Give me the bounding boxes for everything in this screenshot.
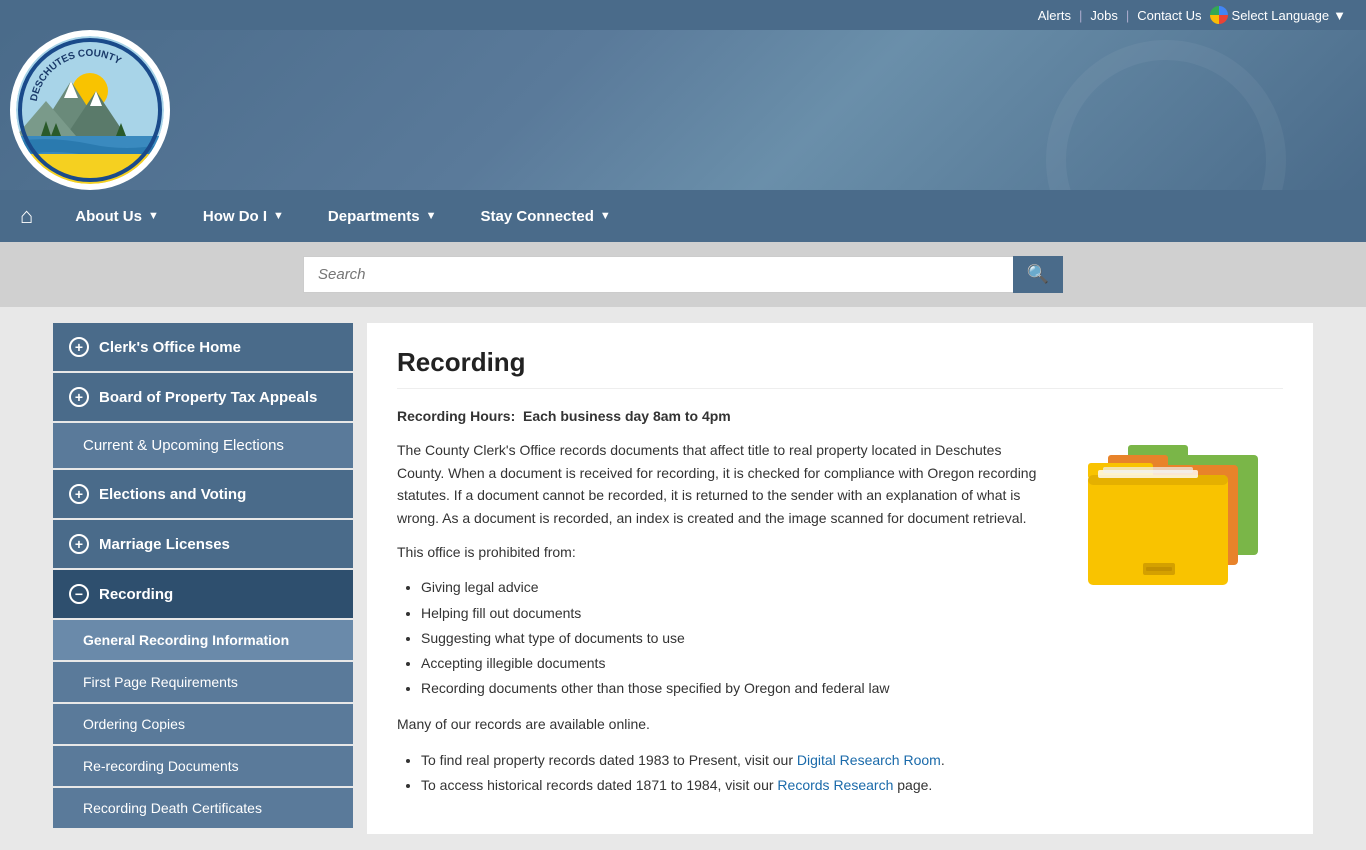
sidebar-sub-general-recording[interactable]: General Recording Information: [53, 620, 353, 660]
contact-link[interactable]: Contact Us: [1137, 8, 1201, 23]
list-item: Helping fill out documents: [421, 601, 1043, 626]
sidebar-sub-label-first-page: First Page Requirements: [83, 674, 238, 690]
sidebar-sub-label-death-certificates: Recording Death Certificates: [83, 800, 262, 816]
sidebar: + Clerk's Office Home + Board of Propert…: [53, 323, 353, 834]
nav-departments[interactable]: Departments ▼: [306, 192, 459, 241]
content-text: Recording Hours: Each business day 8am t…: [397, 405, 1043, 810]
nav-about-us-label: About Us: [75, 208, 142, 225]
county-logo[interactable]: DESCHUTES COUNTY: [10, 30, 170, 190]
sidebar-sub-first-page[interactable]: First Page Requirements: [53, 662, 353, 702]
sidebar-expand-icon-tax: +: [69, 387, 89, 407]
main-content: Recording Recording Hours: Each business…: [367, 323, 1313, 834]
home-nav-button[interactable]: ⌂: [20, 203, 33, 229]
online-list: To find real property records dated 1983…: [421, 748, 1043, 798]
language-arrow-icon: ▼: [1333, 8, 1346, 23]
sidebar-label-current-elections: Current & Upcoming Elections: [83, 437, 284, 454]
folder-illustration: [1063, 405, 1283, 810]
online-list-item-2: To access historical records dated 1871 …: [421, 773, 1043, 798]
sidebar-sub-label-ordering-copies: Ordering Copies: [83, 716, 185, 732]
search-button[interactable]: 🔍: [1013, 256, 1063, 293]
hours-label: Recording Hours:: [397, 408, 515, 424]
sidebar-item-property-tax[interactable]: + Board of Property Tax Appeals: [53, 373, 353, 421]
separator1: |: [1079, 8, 1082, 23]
sidebar-sub-label-general-recording: General Recording Information: [83, 632, 289, 648]
nav-how-do-i[interactable]: How Do I ▼: [181, 192, 306, 241]
nav-how-do-i-arrow-icon: ▼: [273, 210, 284, 222]
sidebar-label-elections-voting: Elections and Voting: [99, 486, 246, 503]
sidebar-label-property-tax: Board of Property Tax Appeals: [99, 389, 317, 406]
sidebar-item-elections-voting[interactable]: + Elections and Voting: [53, 470, 353, 518]
sidebar-label-recording: Recording: [99, 586, 173, 603]
nav-how-do-i-label: How Do I: [203, 208, 267, 225]
sidebar-collapse-icon-recording: −: [69, 584, 89, 604]
sidebar-sub-label-rerecording: Re-recording Documents: [83, 758, 239, 774]
sidebar-expand-icon-elections: +: [69, 484, 89, 504]
nav-bar: ⌂ About Us ▼ How Do I ▼ Departments ▼ St…: [0, 190, 1366, 242]
search-icon: 🔍: [1027, 264, 1049, 285]
content-inner: Recording Hours: Each business day 8am t…: [397, 405, 1283, 810]
sidebar-expand-icon-clerks: +: [69, 337, 89, 357]
site-header: DESCHUTES COUNTY: [0, 30, 1366, 190]
search-container: 🔍: [303, 256, 1063, 293]
nav-about-us-arrow-icon: ▼: [148, 210, 159, 222]
sidebar-sub-rerecording[interactable]: Re-recording Documents: [53, 746, 353, 786]
nav-departments-arrow-icon: ▼: [426, 210, 437, 222]
prohibited-intro: This office is prohibited from:: [397, 541, 1043, 563]
top-bar: Alerts | Jobs | Contact Us Select Langua…: [0, 0, 1366, 30]
sidebar-item-clerks-office-home[interactable]: + Clerk's Office Home: [53, 323, 353, 371]
sidebar-item-marriage-licenses[interactable]: + Marriage Licenses: [53, 520, 353, 568]
sidebar-item-current-elections[interactable]: Current & Upcoming Elections: [53, 423, 353, 468]
select-language-label[interactable]: Select Language: [1232, 8, 1330, 23]
online-suffix-2: page.: [893, 777, 932, 793]
online-prefix-1: To find real property records dated 1983…: [421, 752, 797, 768]
list-item: Suggesting what type of documents to use: [421, 626, 1043, 651]
intro-paragraph: The County Clerk's Office records docume…: [397, 439, 1043, 529]
google-translate-icon: [1210, 6, 1228, 24]
nav-departments-label: Departments: [328, 208, 420, 225]
online-list-item-1: To find real property records dated 1983…: [421, 748, 1043, 773]
list-item: Accepting illegible documents: [421, 651, 1043, 676]
online-para: Many of our records are available online…: [397, 713, 1043, 735]
nav-stay-connected-arrow-icon: ▼: [600, 210, 611, 222]
sidebar-item-recording[interactable]: − Recording: [53, 570, 353, 618]
main-layout: + Clerk's Office Home + Board of Propert…: [43, 323, 1323, 834]
sidebar-expand-icon-marriage: +: [69, 534, 89, 554]
page-title: Recording: [397, 347, 1283, 389]
online-prefix-2: To access historical records dated 1871 …: [421, 777, 777, 793]
sidebar-label-clerks-office-home: Clerk's Office Home: [99, 339, 241, 356]
folders-svg: [1068, 415, 1278, 605]
prohibited-list: Giving legal advice Helping fill out doc…: [421, 575, 1043, 701]
jobs-link[interactable]: Jobs: [1090, 8, 1117, 23]
digital-research-room-link[interactable]: Digital Research Room: [797, 752, 941, 768]
search-bar: 🔍: [0, 242, 1366, 307]
hours-value: Each business day 8am to 4pm: [523, 408, 731, 424]
nav-stay-connected-label: Stay Connected: [481, 208, 594, 225]
separator2: |: [1126, 8, 1129, 23]
language-selector[interactable]: Select Language ▼: [1210, 6, 1346, 24]
records-research-link[interactable]: Records Research: [777, 777, 893, 793]
search-input[interactable]: [303, 256, 1013, 293]
nav-stay-connected[interactable]: Stay Connected ▼: [459, 192, 633, 241]
sidebar-label-marriage-licenses: Marriage Licenses: [99, 536, 230, 553]
sidebar-sub-death-certificates[interactable]: Recording Death Certificates: [53, 788, 353, 828]
list-item: Giving legal advice: [421, 575, 1043, 600]
nav-about-us[interactable]: About Us ▼: [53, 192, 181, 241]
alerts-link[interactable]: Alerts: [1038, 8, 1071, 23]
list-item: Recording documents other than those spe…: [421, 676, 1043, 701]
sidebar-sub-ordering-copies[interactable]: Ordering Copies: [53, 704, 353, 744]
hours-line: Recording Hours: Each business day 8am t…: [397, 405, 1043, 427]
